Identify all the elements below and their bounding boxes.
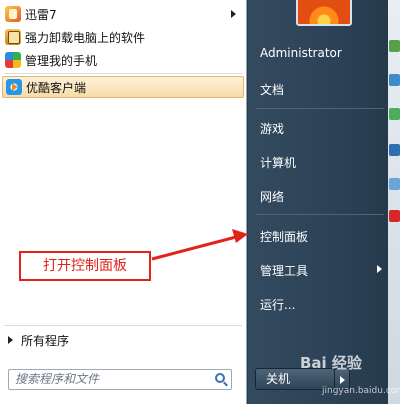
user-folder-link[interactable]: Administrator (260, 46, 342, 60)
program-label: 迅雷7 (25, 7, 57, 22)
games-link[interactable]: 游戏 (260, 120, 284, 137)
program-label: 优酷客户端 (26, 80, 87, 95)
user-avatar[interactable] (296, 0, 352, 26)
divider (256, 108, 384, 109)
triangle-right-icon (8, 336, 13, 344)
desktop-background (388, 0, 400, 404)
uninstall-icon (5, 29, 21, 45)
computer-link[interactable]: 计算机 (260, 154, 296, 171)
program-item-phone-manager[interactable]: 管理我的手机 (2, 49, 244, 71)
annotation-callout: 打开控制面板 (19, 251, 151, 281)
divider (4, 73, 242, 74)
phone-manager-icon (5, 52, 21, 68)
desktop-icon[interactable] (389, 108, 400, 120)
search-icon[interactable] (215, 373, 225, 383)
divider (4, 325, 242, 326)
submenu-arrow-icon (377, 265, 382, 273)
annotation-text: 打开控制面板 (43, 258, 127, 274)
annotation-arrow-icon (151, 229, 248, 261)
watermark: Bai 经验 (300, 354, 362, 372)
documents-link[interactable]: 文档 (260, 81, 284, 98)
xunlei-icon (5, 6, 21, 22)
youku-icon (6, 79, 22, 95)
watermark-url: jingyan.baidu.com (322, 386, 400, 396)
program-item-youku[interactable]: 优酷客户端 (2, 76, 244, 98)
network-link[interactable]: 网络 (260, 188, 284, 205)
desktop-icon[interactable] (389, 210, 400, 222)
all-programs-button[interactable]: 所有程序 (4, 330, 242, 350)
run-link[interactable]: 运行... (260, 296, 295, 313)
desktop-icon[interactable] (389, 178, 400, 190)
search-input[interactable]: 搜索程序和文件 (8, 369, 232, 390)
shutdown-label: 关机 (266, 372, 291, 386)
control-panel-link[interactable]: 控制面板 (260, 228, 308, 245)
program-label: 管理我的手机 (25, 53, 98, 68)
desktop-icon[interactable] (389, 144, 400, 156)
program-label: 强力卸载电脑上的软件 (25, 30, 146, 45)
desktop-icon[interactable] (389, 74, 400, 86)
submenu-arrow-icon (231, 10, 236, 18)
search-placeholder: 搜索程序和文件 (15, 372, 100, 386)
desktop-icon[interactable] (389, 40, 400, 52)
divider (256, 214, 384, 215)
programs-pane: 迅雷7 强力卸载电脑上的软件 管理我的手机 优酷客户端 所有程序 (0, 0, 247, 404)
all-programs-label: 所有程序 (21, 333, 70, 348)
program-item-uninstall[interactable]: 强力卸载电脑上的软件 (2, 26, 244, 48)
program-item-xunlei[interactable]: 迅雷7 (2, 3, 244, 25)
admin-tools-link[interactable]: 管理工具 (260, 262, 308, 279)
